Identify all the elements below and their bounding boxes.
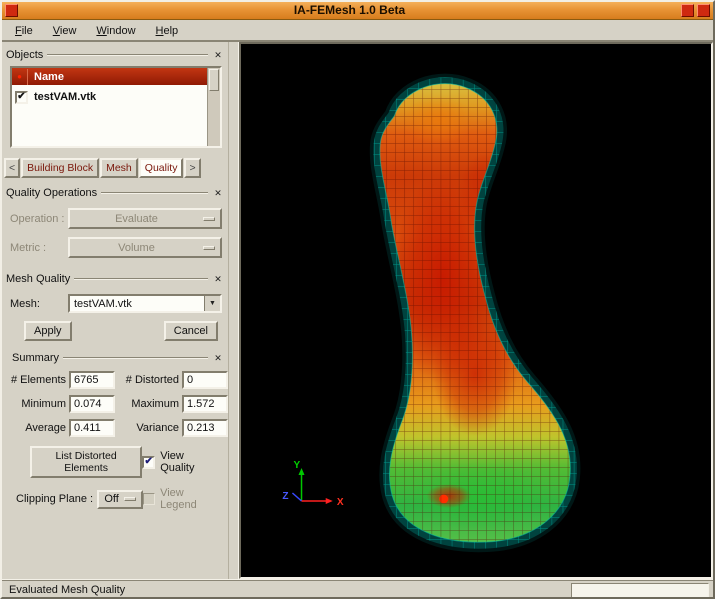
objects-section-header: Objects ✕	[6, 48, 224, 62]
status-input-field[interactable]	[571, 583, 709, 598]
option-menu-indicator	[203, 217, 215, 221]
clipping-plane-label: Clipping Plane :	[16, 493, 93, 505]
distorted-field[interactable]: 0	[182, 371, 228, 389]
maximum-label: Maximum	[121, 398, 179, 410]
list-distorted-button[interactable]: List Distorted Elements	[30, 446, 142, 478]
distorted-label: # Distorted	[121, 374, 179, 386]
metric-label: Metric :	[10, 242, 68, 254]
statusbar: Evaluated Mesh Quality	[2, 579, 713, 599]
operation-label: Operation :	[10, 213, 68, 225]
menu-window[interactable]: Window	[87, 22, 144, 40]
menu-help[interactable]: Help	[147, 22, 188, 40]
clipping-plane-dropdown[interactable]: Off	[97, 490, 143, 509]
tab-scroll-right[interactable]: >	[184, 158, 200, 178]
axis-z-label: Z	[282, 491, 288, 502]
tab-scroll-left[interactable]: <	[4, 158, 20, 178]
tab-quality[interactable]: Quality	[139, 158, 184, 178]
objects-scrollbar[interactable]	[207, 68, 220, 146]
maximum-field[interactable]: 1.572	[182, 395, 228, 413]
main-area: Objects ✕ ● Name ✔ testVAM.vtk	[2, 42, 713, 579]
status-message: Evaluated Mesh Quality	[6, 584, 565, 596]
view-quality-label: View Quality	[160, 450, 214, 474]
scrollbar-thumb[interactable]	[209, 69, 219, 91]
objects-title: Objects	[6, 49, 43, 61]
mesh-combobox[interactable]: testVAM.vtk ▼	[68, 294, 222, 313]
name-column-header[interactable]: Name	[28, 71, 64, 83]
titlebar[interactable]: IA-FEMesh 1.0 Beta	[2, 2, 713, 20]
average-label: Average	[6, 422, 66, 434]
summary-title: Summary	[12, 352, 59, 364]
check-icon: ✔	[17, 92, 25, 102]
tab-mesh[interactable]: Mesh	[100, 158, 138, 178]
mesh-quality-close-icon[interactable]: ✕	[212, 273, 224, 285]
cancel-button[interactable]: Cancel	[164, 321, 218, 341]
operation-dropdown[interactable]: Evaluate	[68, 208, 222, 229]
visibility-dot-icon: ●	[12, 69, 28, 85]
elements-label: # Elements	[6, 374, 66, 386]
quality-operations-close-icon[interactable]: ✕	[212, 187, 224, 199]
separator-line	[74, 278, 208, 280]
mesh-quality-header: Mesh Quality ✕	[6, 272, 224, 286]
menubar: File View Window Help	[2, 20, 713, 42]
quality-operations-header: Quality Operations ✕	[6, 186, 224, 200]
window-title: IA-FEMesh 1.0 Beta	[21, 2, 678, 19]
chevron-down-icon: ▼	[209, 300, 216, 307]
option-menu-indicator	[124, 497, 136, 501]
mesh-quality-title: Mesh Quality	[6, 273, 70, 285]
check-icon: ✔	[145, 457, 153, 467]
separator-line	[101, 192, 208, 194]
elements-field[interactable]: 6765	[69, 371, 115, 389]
separator-line	[47, 54, 208, 56]
minimum-label: Minimum	[6, 398, 66, 410]
object-name[interactable]: testVAM.vtk	[34, 91, 96, 103]
variance-label: Variance	[121, 422, 179, 434]
menu-file[interactable]: File	[6, 22, 42, 40]
separator-line	[63, 357, 208, 359]
metric-value: Volume	[70, 242, 203, 254]
summary-header: Summary ✕	[12, 351, 224, 365]
option-menu-indicator	[203, 246, 215, 250]
viewport-3d[interactable]: Y X Z	[239, 42, 713, 579]
view-legend-checkbox[interactable]: View Legend	[143, 487, 214, 511]
clipping-plane-value: Off	[99, 493, 124, 505]
view-legend-label: View Legend	[160, 487, 214, 511]
maximize-button[interactable]	[681, 4, 694, 17]
pane-divider[interactable]	[228, 42, 239, 579]
object-visibility-checkbox[interactable]: ✔	[15, 91, 28, 104]
objects-list: ● Name ✔ testVAM.vtk	[10, 66, 222, 148]
summary-close-icon[interactable]: ✕	[212, 352, 224, 364]
objects-list-body: ● Name ✔ testVAM.vtk	[12, 68, 207, 146]
objects-list-header[interactable]: ● Name	[12, 68, 207, 85]
app-window: IA-FEMesh 1.0 Beta File View Window Help…	[0, 0, 715, 599]
variance-field[interactable]: 0.213	[182, 419, 228, 437]
object-row[interactable]: ✔ testVAM.vtk	[12, 87, 207, 107]
average-field[interactable]: 0.411	[69, 419, 115, 437]
objects-close-icon[interactable]: ✕	[212, 49, 224, 61]
panel-tabbar: < Building Block Mesh Quality >	[4, 158, 228, 178]
quality-operations-title: Quality Operations	[6, 187, 97, 199]
view-legend-box[interactable]	[143, 493, 155, 505]
axis-y-label: Y	[293, 460, 300, 471]
view-quality-box[interactable]: ✔	[142, 456, 155, 469]
axis-triad-icon: Y X Z	[282, 460, 343, 508]
combo-dropdown-button[interactable]: ▼	[204, 296, 220, 311]
left-panel: Objects ✕ ● Name ✔ testVAM.vtk	[2, 42, 228, 579]
bone-mesh-render: Y X Z	[241, 44, 711, 577]
close-button[interactable]	[697, 4, 710, 17]
view-quality-checkbox[interactable]: ✔ View Quality	[142, 450, 214, 474]
operation-value: Evaluate	[70, 213, 203, 225]
minimum-field[interactable]: 0.074	[69, 395, 115, 413]
mesh-combobox-value: testVAM.vtk	[70, 298, 204, 310]
menu-view[interactable]: View	[44, 22, 86, 40]
window-menu-button[interactable]	[5, 4, 18, 17]
tab-building-block[interactable]: Building Block	[21, 158, 99, 178]
mesh-label: Mesh:	[10, 298, 68, 310]
apply-button[interactable]: Apply	[24, 321, 72, 341]
axis-x-label: X	[337, 497, 344, 508]
metric-dropdown[interactable]: Volume	[68, 237, 222, 258]
